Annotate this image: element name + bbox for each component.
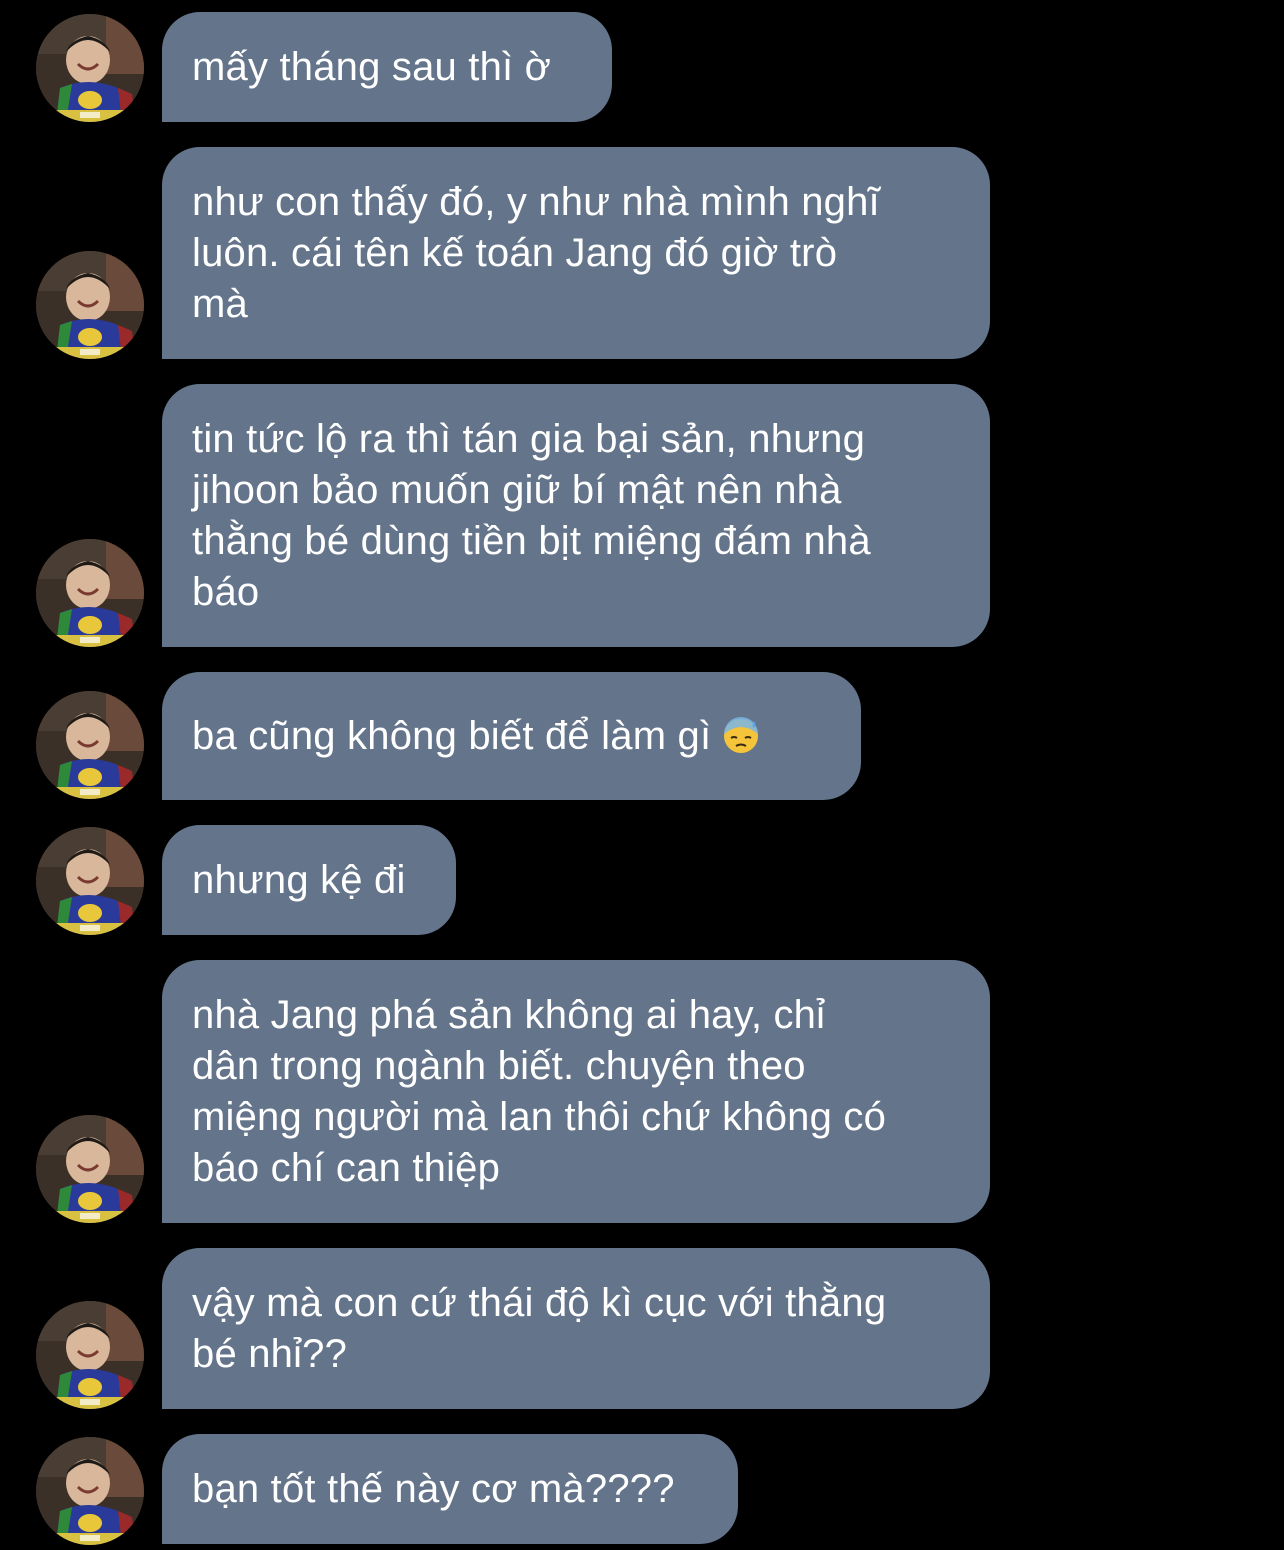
message-text: nhà Jang phá sản không ai hay, chỉ dân t… bbox=[192, 992, 887, 1190]
message-bubble[interactable]: nhưng kệ đi bbox=[162, 825, 456, 935]
avatar[interactable] bbox=[36, 251, 144, 359]
avatar[interactable] bbox=[36, 539, 144, 647]
message-bubble[interactable]: mấy tháng sau thì ờ bbox=[162, 12, 612, 122]
message-text: mấy tháng sau thì ờ bbox=[192, 44, 552, 89]
message-text: tin tức lộ ra thì tán gia bại sản, nhưng… bbox=[192, 416, 871, 614]
message-bubble[interactable]: như con thấy đó, y như nhà mình nghĩ luô… bbox=[162, 147, 990, 359]
downcast-face-with-sweat-emoji bbox=[724, 716, 759, 753]
message-text: bạn tốt thế này cơ mà???? bbox=[192, 1466, 675, 1511]
message-text-content: ba cũng không biết để làm gì bbox=[192, 713, 712, 758]
avatar[interactable] bbox=[36, 14, 144, 122]
message-bubble[interactable]: tin tức lộ ra thì tán gia bại sản, nhưng… bbox=[162, 384, 990, 647]
message-bubble[interactable]: vậy mà con cứ thái độ kì cục với thằng b… bbox=[162, 1248, 990, 1409]
avatar[interactable] bbox=[36, 827, 144, 935]
message-bubble[interactable]: nhà Jang phá sản không ai hay, chỉ dân t… bbox=[162, 960, 990, 1223]
avatar[interactable] bbox=[36, 1115, 144, 1223]
message-text: vậy mà con cứ thái độ kì cục với thằng b… bbox=[192, 1280, 887, 1376]
message-bubble[interactable]: ba cũng không biết để làm gì bbox=[162, 672, 861, 800]
avatar[interactable] bbox=[36, 691, 144, 799]
avatar[interactable] bbox=[36, 1301, 144, 1409]
message-bubble[interactable]: bạn tốt thế này cơ mà???? bbox=[162, 1434, 738, 1544]
message-text: ba cũng không biết để làm gì bbox=[192, 711, 761, 762]
message-text: như con thấy đó, y như nhà mình nghĩ luô… bbox=[192, 179, 880, 326]
avatar[interactable] bbox=[36, 1437, 144, 1545]
message-text: nhưng kệ đi bbox=[192, 857, 406, 902]
